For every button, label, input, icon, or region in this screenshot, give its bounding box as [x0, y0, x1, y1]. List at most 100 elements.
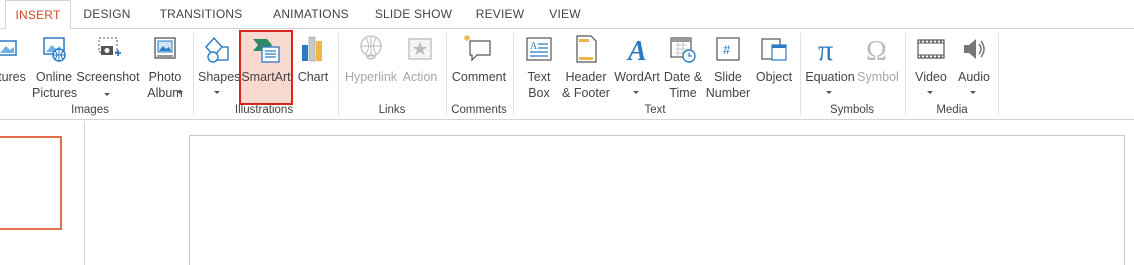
shapes-icon — [205, 36, 229, 63]
shapes-button[interactable]: Shapes — [198, 31, 241, 103]
picture-icon — [0, 40, 17, 56]
group-label-media: Media — [936, 104, 968, 116]
pictures-label: tures — [0, 70, 26, 84]
smartart-label: SmartArt — [241, 70, 291, 84]
audio-button[interactable]: Audio — [953, 31, 995, 103]
comment-label: Comment — [451, 70, 507, 84]
hyperlink-icon — [360, 35, 382, 60]
tab-design[interactable]: DESIGN — [77, 0, 137, 29]
screenshot-dropdown-arrow — [104, 93, 110, 96]
symbol-button[interactable]: Ω Symbol — [856, 31, 900, 103]
group-label-comments: Comments — [451, 104, 507, 116]
audio-icon — [964, 39, 985, 59]
equation-button[interactable]: π Equation — [804, 31, 856, 103]
audio-label: Audio — [958, 70, 990, 84]
slide-number-label-line2: Number — [705, 86, 751, 100]
slide-number-button[interactable]: # Slide Number — [705, 31, 751, 103]
chart-icon — [302, 36, 322, 62]
online-pictures-label-line1: Online — [35, 70, 73, 84]
wordart-icon: A — [626, 36, 647, 65]
action-label: Action — [402, 70, 438, 84]
wordart-dropdown-arrow — [633, 91, 639, 94]
photo-album-icon — [154, 37, 176, 59]
tab-view[interactable]: VIEW — [540, 0, 590, 29]
smartart-icon — [253, 39, 280, 63]
svg-text:π: π — [818, 34, 833, 65]
chart-button[interactable]: Chart — [295, 31, 331, 103]
screenshot-button[interactable]: Screenshot — [76, 31, 140, 103]
header-footer-label-line2: & Footer — [562, 86, 610, 100]
video-label: Video — [915, 70, 947, 84]
shapes-dropdown-arrow — [214, 91, 220, 94]
tab-insert[interactable]: INSERT — [5, 0, 71, 30]
tab-transitions[interactable]: TRANSITIONS — [155, 0, 247, 29]
wordart-label: WordArt — [614, 70, 660, 84]
video-button[interactable]: Video — [910, 31, 952, 103]
date-time-icon — [670, 37, 696, 63]
video-dropdown-arrow — [927, 91, 933, 94]
text-box-button[interactable]: A Text Box — [519, 31, 559, 103]
smartart-button[interactable]: SmartArt — [239, 30, 293, 105]
tab-review[interactable]: REVIEW — [470, 0, 530, 29]
tab-animations[interactable]: ANIMATIONS — [265, 0, 357, 29]
tab-slide-show[interactable]: SLIDE SHOW — [370, 0, 457, 29]
group-separator — [338, 33, 339, 115]
group-separator — [905, 33, 906, 115]
text-box-label-line2: Box — [528, 86, 550, 100]
photo-album-label-line1: Photo — [148, 70, 182, 84]
object-label: Object — [755, 70, 793, 84]
online-pictures-label-line2: Pictures — [32, 86, 78, 100]
slide-number-icon: # — [716, 37, 740, 61]
group-separator — [446, 33, 447, 115]
symbol-label: Symbol — [857, 70, 899, 84]
photo-album-dropdown-arrow — [176, 91, 183, 94]
date-time-button[interactable]: Date & Time — [662, 31, 704, 103]
online-pictures-icon — [43, 37, 66, 62]
date-time-label-line2: Time — [669, 86, 697, 100]
group-separator — [998, 33, 999, 115]
shapes-label: Shapes — [198, 70, 241, 84]
group-separator — [193, 33, 194, 115]
ribbon-tab-strip: INSERT DESIGN TRANSITIONS ANIMATIONS SLI… — [0, 0, 1134, 30]
equation-label: Equation — [805, 70, 855, 84]
object-icon — [761, 38, 787, 61]
date-time-label-line1: Date & — [663, 70, 703, 84]
screenshot-label: Screenshot — [76, 70, 140, 84]
screenshot-icon — [98, 37, 121, 56]
hyperlink-button[interactable]: Hyperlink — [343, 31, 399, 103]
slide-thumbnail[interactable] — [0, 136, 62, 230]
equation-icon: π — [818, 34, 833, 65]
group-label-images: Images — [71, 104, 109, 116]
pictures-button[interactable]: tures — [0, 31, 30, 103]
group-label-illustrations: Illustrations — [234, 104, 294, 116]
svg-text:Ω: Ω — [866, 36, 887, 65]
symbol-icon: Ω — [866, 36, 887, 65]
action-button[interactable]: Action — [400, 31, 440, 103]
text-box-icon: A — [526, 37, 552, 61]
header-footer-label-line1: Header — [565, 70, 607, 84]
object-button[interactable]: Object — [752, 31, 796, 103]
svg-text:A: A — [626, 36, 647, 65]
slide-number-label-line1: Slide — [714, 70, 742, 84]
online-pictures-button[interactable]: Online Pictures — [32, 31, 78, 103]
chart-label: Chart — [297, 70, 329, 84]
ribbon: tures Online Pictures Screenshot Photo A — [0, 29, 1134, 120]
audio-dropdown-arrow — [970, 91, 976, 94]
hyperlink-label: Hyperlink — [344, 70, 398, 84]
equation-dropdown-arrow — [826, 91, 832, 94]
svg-text:#: # — [723, 42, 731, 57]
header-footer-button[interactable]: Header & Footer — [559, 31, 613, 103]
group-separator — [513, 33, 514, 115]
header-footer-icon — [576, 35, 597, 63]
comment-button[interactable]: Comment — [449, 31, 509, 103]
wordart-button[interactable]: A WordArt — [613, 31, 661, 103]
photo-album-button[interactable]: Photo Album — [142, 31, 188, 103]
group-label-links: Links — [378, 104, 406, 116]
slide-canvas[interactable] — [189, 135, 1125, 265]
group-label-symbols: Symbols — [829, 104, 875, 116]
group-label-text: Text — [644, 104, 666, 116]
text-box-label-line1: Text — [527, 70, 551, 84]
video-icon — [917, 39, 945, 59]
comment-icon — [464, 35, 491, 62]
svg-text:A: A — [530, 41, 538, 52]
